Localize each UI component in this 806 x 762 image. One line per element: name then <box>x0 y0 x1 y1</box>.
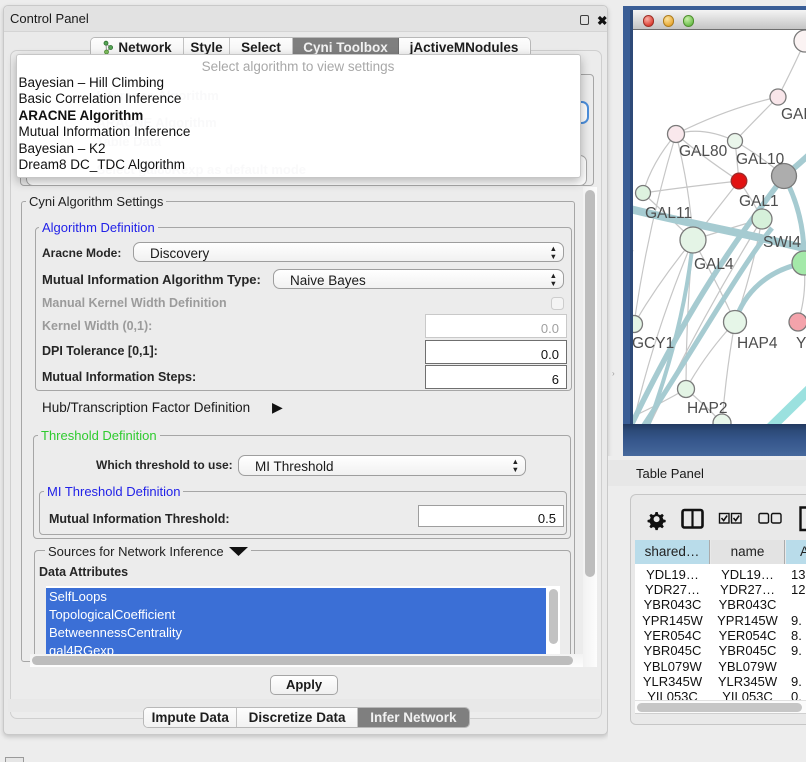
svg-text:GAL4: GAL4 <box>694 256 734 273</box>
svg-text:GAL11: GAL11 <box>645 205 692 222</box>
svg-text:HAP4: HAP4 <box>737 335 778 352</box>
svg-text:SWI4: SWI4 <box>763 234 801 251</box>
svg-text:HAP2: HAP2 <box>687 400 728 417</box>
svg-text:GCY1: GCY1 <box>633 335 674 352</box>
svg-text:GAL80: GAL80 <box>679 143 728 160</box>
svg-text:GAL: GAL <box>781 106 806 123</box>
svg-text:GAL10: GAL10 <box>736 151 785 168</box>
svg-text:Y: Y <box>796 335 806 352</box>
svg-text:GAL1: GAL1 <box>739 193 779 210</box>
